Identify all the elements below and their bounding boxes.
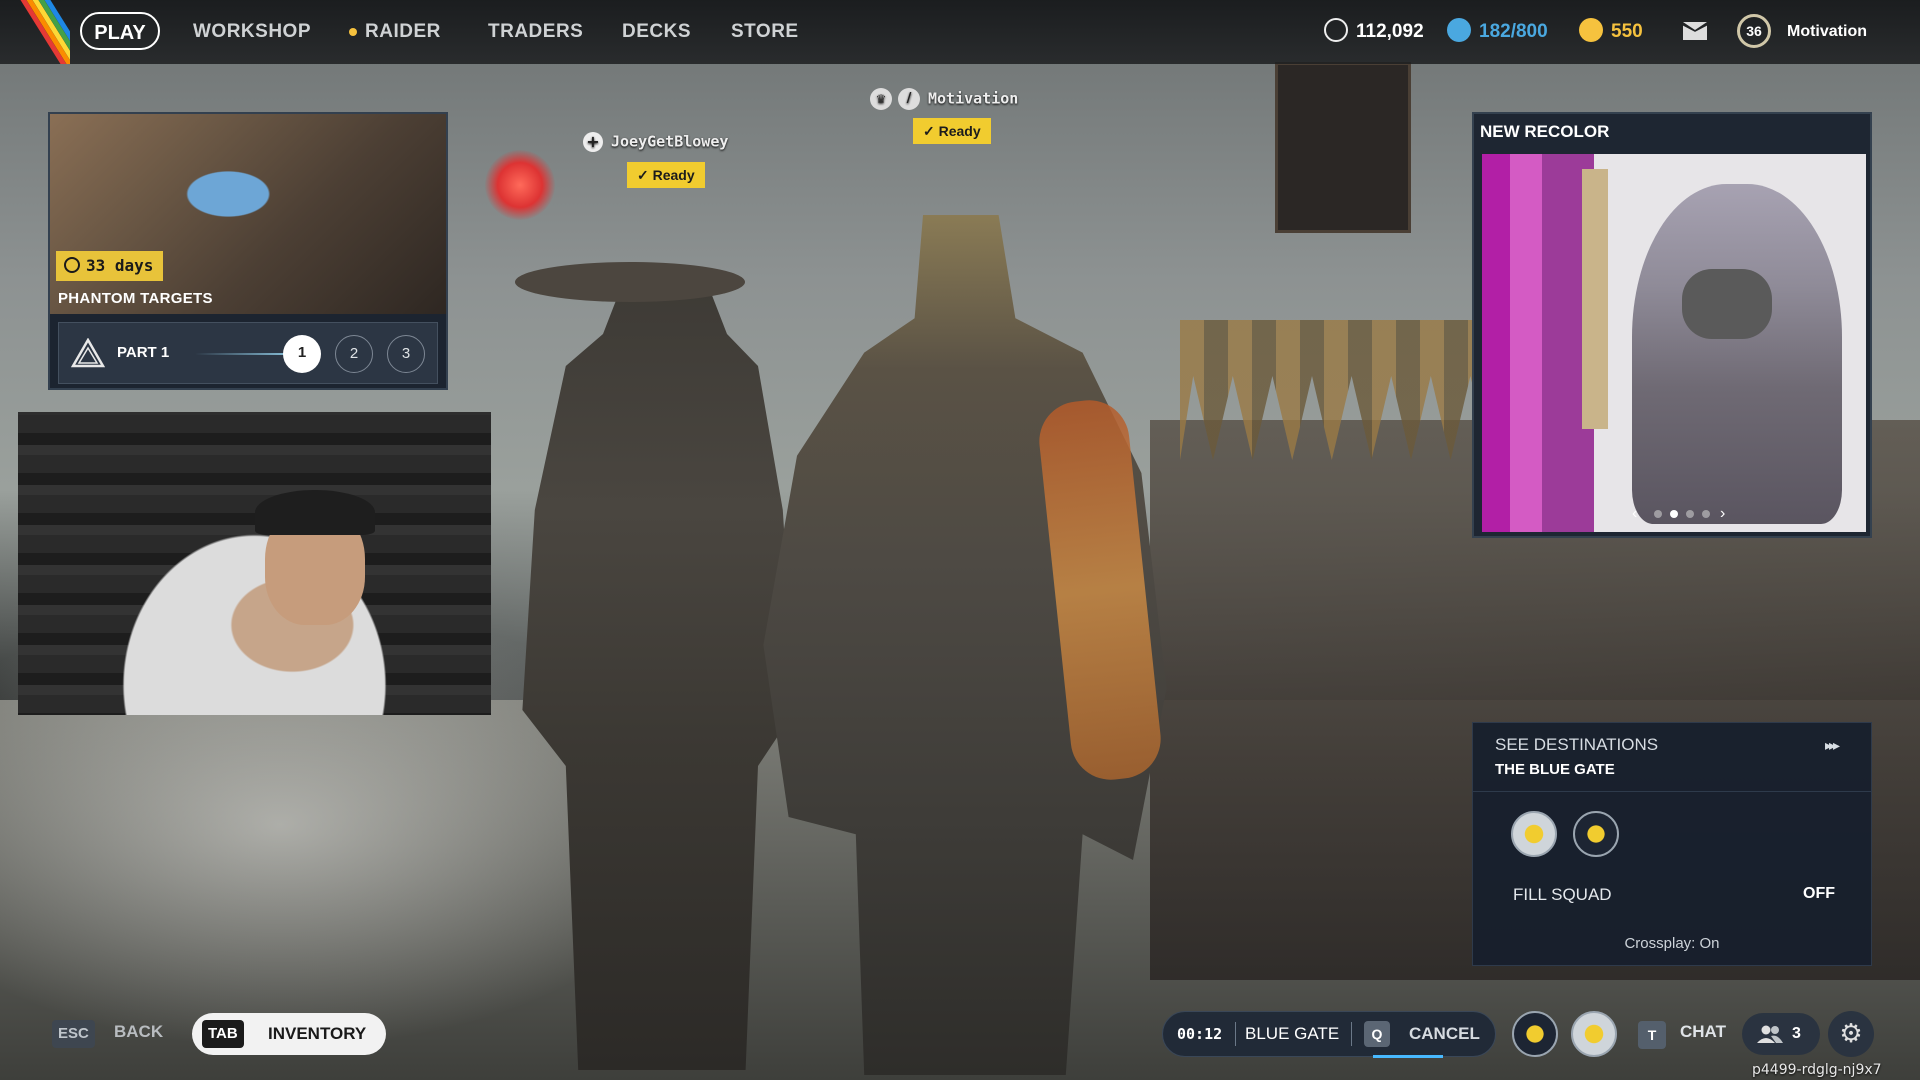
see-destinations-button[interactable]: SEE DESTINATIONS THE BLUE GATE ▸▸▸ bbox=[1473, 723, 1871, 792]
timer-icon bbox=[64, 256, 80, 273]
cancel-button[interactable]: CANCEL bbox=[1409, 1012, 1480, 1056]
current-destination: THE BLUE GATE bbox=[1495, 761, 1615, 778]
esc-key: ESC bbox=[52, 1020, 95, 1048]
recolor-weapon bbox=[1582, 169, 1608, 429]
carousel-dot[interactable] bbox=[1686, 510, 1694, 518]
triangle-icon bbox=[71, 338, 105, 368]
recolor-character bbox=[1632, 184, 1842, 524]
divider bbox=[1351, 1022, 1352, 1046]
chat-button[interactable]: CHAT bbox=[1680, 1022, 1726, 1042]
red-lamp bbox=[485, 150, 555, 220]
inventory-label: INVENTORY bbox=[268, 1024, 367, 1043]
step-1[interactable]: 1 bbox=[283, 335, 321, 373]
nav-play[interactable]: PLAY bbox=[80, 12, 160, 50]
player-name[interactable]: Motivation bbox=[1787, 0, 1867, 64]
step-2[interactable]: 2 bbox=[335, 335, 373, 373]
tokens-value: 550 bbox=[1611, 21, 1643, 42]
squad-count: 3 bbox=[1792, 1025, 1801, 1042]
fill-squad-toggle[interactable]: OFF bbox=[1803, 885, 1835, 903]
carousel-dot[interactable] bbox=[1702, 510, 1710, 518]
party-member-1-name: JoeyGetBlowey bbox=[611, 132, 729, 151]
coins-value: 112,092 bbox=[1356, 21, 1424, 42]
nav-raider[interactable]: RAIDER bbox=[349, 0, 441, 64]
chevron-left-icon[interactable]: ‹ bbox=[1632, 504, 1637, 524]
notification-dot-icon bbox=[349, 27, 357, 36]
event-title: PHANTOM TARGETS bbox=[58, 290, 213, 307]
event-timer-text: 33 days bbox=[86, 256, 154, 275]
streamer-cap bbox=[255, 490, 375, 535]
event-timer-badge: 33 days bbox=[56, 251, 164, 281]
fill-squad-label: FILL SQUAD bbox=[1513, 885, 1612, 904]
nav-decks[interactable]: DECKS bbox=[622, 0, 691, 64]
event-card-image bbox=[50, 114, 446, 314]
divider bbox=[1235, 1022, 1236, 1046]
coin-icon bbox=[1324, 17, 1348, 42]
player-level-badge[interactable]: 36 bbox=[1737, 14, 1771, 48]
squad-button[interactable]: 3 bbox=[1742, 1013, 1820, 1055]
queue-destination: BLUE GATE bbox=[1245, 1024, 1340, 1043]
top-nav-bar: PLAY WORKSHOP RAIDER TRADERS DECKS STORE… bbox=[0, 0, 1920, 64]
progress-line bbox=[195, 353, 295, 355]
nav-traders[interactable]: TRADERS bbox=[488, 0, 583, 64]
recolor-card[interactable]: NEW RECOLOR ‹ › bbox=[1472, 112, 1872, 538]
people-icon bbox=[1757, 1025, 1783, 1043]
nav-store[interactable]: STORE bbox=[731, 0, 799, 64]
carousel-dots: ‹ › bbox=[1632, 504, 1732, 524]
logo-stripes bbox=[0, 0, 70, 64]
nav-raider-label: RAIDER bbox=[365, 21, 441, 42]
storage-icon bbox=[1447, 17, 1471, 42]
event-card[interactable]: 33 days PHANTOM TARGETS PART 1 1 2 3 bbox=[48, 112, 448, 390]
party-leader-badge[interactable] bbox=[1571, 1011, 1617, 1057]
carousel-dot[interactable] bbox=[1654, 510, 1662, 518]
storage-value: 182/800 bbox=[1479, 21, 1548, 42]
recolor-mask bbox=[1682, 269, 1772, 339]
crossplay-status: Crossplay: On bbox=[1624, 935, 1720, 952]
squad-member-badge[interactable] bbox=[1573, 811, 1619, 857]
squad-member-badge-leader[interactable] bbox=[1511, 811, 1557, 857]
carousel-dot-active[interactable] bbox=[1670, 510, 1678, 518]
platform-icon: / bbox=[898, 88, 920, 110]
party-member-1[interactable]: + JoeyGetBlowey bbox=[583, 132, 728, 152]
tab-key: TAB bbox=[202, 1020, 244, 1048]
matchmaking-queue: 00:12 BLUE GATE Q CANCEL bbox=[1162, 1011, 1496, 1058]
cancel-progress bbox=[1373, 1055, 1443, 1058]
raider-hat bbox=[515, 262, 745, 302]
party-member-2-name: Motivation bbox=[928, 89, 1019, 108]
party-member-2[interactable]: ♛ / Motivation bbox=[870, 88, 1018, 110]
webcam-overlay bbox=[18, 412, 491, 715]
add-friend-icon[interactable]: + bbox=[583, 132, 603, 152]
ready-badge-1: ✓ Ready bbox=[627, 162, 705, 188]
queue-timer: 00:12 bbox=[1177, 1025, 1223, 1043]
step-3[interactable]: 3 bbox=[387, 335, 425, 373]
ready-badge-2-text: Ready bbox=[938, 123, 981, 139]
chat-key: T bbox=[1638, 1021, 1666, 1049]
tokens-balance: 550 bbox=[1579, 0, 1643, 64]
storage-balance: 182/800 bbox=[1447, 0, 1548, 64]
token-icon bbox=[1579, 17, 1603, 42]
part-label: PART 1 bbox=[117, 344, 170, 361]
event-progress-row: PART 1 1 2 3 bbox=[58, 322, 438, 384]
party-badge[interactable] bbox=[1512, 1011, 1558, 1057]
nav-workshop[interactable]: WORKSHOP bbox=[193, 0, 311, 64]
recolor-title: NEW RECOLOR bbox=[1480, 122, 1610, 141]
recolor-image: ‹ › bbox=[1482, 154, 1866, 532]
chevron-right-icon[interactable]: › bbox=[1720, 504, 1725, 524]
fast-forward-icon: ▸▸▸ bbox=[1825, 737, 1840, 753]
inventory-button[interactable]: TAB INVENTORY bbox=[192, 1013, 386, 1055]
crown-icon: ♛ bbox=[870, 88, 892, 110]
cancel-key: Q bbox=[1364, 1021, 1390, 1047]
back-button[interactable]: BACK bbox=[114, 1022, 163, 1042]
coins-balance: 112,092 bbox=[1324, 0, 1424, 64]
ready-badge-1-text: Ready bbox=[652, 167, 695, 183]
destinations-panel: SEE DESTINATIONS THE BLUE GATE ▸▸▸ FILL … bbox=[1472, 722, 1872, 966]
arrow-sign bbox=[1275, 62, 1411, 233]
session-id: p4499-rdglg-nj9x7 bbox=[1752, 1062, 1882, 1078]
ready-badge-2: ✓ Ready bbox=[913, 118, 991, 144]
gear-icon[interactable]: ⚙ bbox=[1828, 1011, 1874, 1057]
destinations-title: SEE DESTINATIONS bbox=[1495, 735, 1659, 754]
